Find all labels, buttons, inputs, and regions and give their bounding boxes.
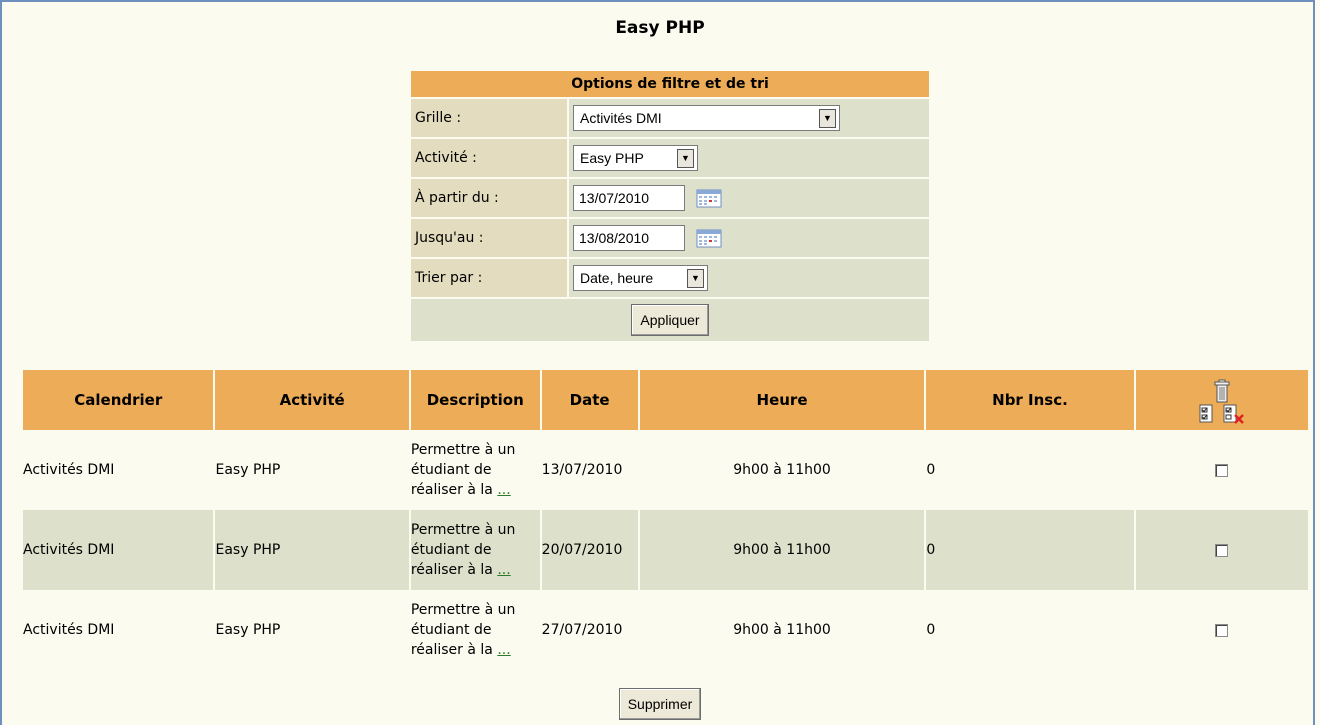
filter-header: Options de filtre et de tri <box>411 71 929 97</box>
cell-nbr-insc: 0 <box>926 622 936 638</box>
table-header-row: Calendrier Activité Description Date Heu… <box>23 370 1308 430</box>
cell-description: Permettre à un étudiant de réaliser à la… <box>410 510 540 590</box>
grille-select[interactable]: Activités DMI ▼ <box>573 105 840 131</box>
cell-calendrier: Activités DMI <box>23 622 115 638</box>
activite-label: Activité : <box>411 139 567 177</box>
col-header-description: Description <box>410 370 540 430</box>
sort-label: Trier par : <box>411 259 567 297</box>
more-link[interactable]: ... <box>497 642 510 658</box>
filter-row-apply: Appliquer <box>411 297 929 341</box>
row-checkbox[interactable] <box>1215 623 1229 637</box>
apply-button[interactable]: Appliquer <box>631 304 709 336</box>
cell-date: 27/07/2010 <box>541 622 623 638</box>
table-row: Activités DMI Easy PHP Permettre à un ét… <box>23 430 1308 510</box>
col-header-heure: Heure <box>639 370 925 430</box>
cell-calendrier: Activités DMI <box>23 462 115 478</box>
grille-select-value: Activités DMI <box>580 110 662 126</box>
table-row: Activités DMI Easy PHP Permettre à un ét… <box>23 510 1308 590</box>
cell-heure: 9h00 à 11h00 <box>639 510 925 590</box>
col-header-activite: Activité <box>215 370 409 430</box>
activite-select[interactable]: Easy PHP ▼ <box>573 145 698 171</box>
sort-select[interactable]: Date, heure ▼ <box>573 265 708 291</box>
filter-row-from: À partir du : 13/07/2010 <box>411 177 929 217</box>
cell-select <box>1135 510 1308 590</box>
dropdown-arrow-icon[interactable]: ▼ <box>819 108 836 128</box>
col-header-actions <box>1135 370 1308 430</box>
cell-date: 13/07/2010 <box>541 462 623 478</box>
activite-select-value: Easy PHP <box>580 150 644 166</box>
select-all-icon[interactable] <box>1199 404 1215 424</box>
cell-calendrier: Activités DMI <box>23 510 214 590</box>
to-label: Jusqu'au : <box>411 219 567 257</box>
cell-activite: Easy PHP <box>215 622 281 638</box>
col-header-calendrier: Calendrier <box>23 370 214 430</box>
filter-row-activite: Activité : Easy PHP ▼ <box>411 137 929 177</box>
row-checkbox[interactable] <box>1215 463 1229 477</box>
cell-nbr-insc: 0 <box>926 462 936 478</box>
grille-label: Grille : <box>411 99 567 137</box>
more-link[interactable]: ... <box>497 482 510 498</box>
deselect-all-icon[interactable] <box>1223 404 1245 424</box>
cell-activite: Easy PHP <box>215 462 281 478</box>
filter-panel: Options de filtre et de tri Grille : Act… <box>411 71 929 341</box>
filter-row-sort: Trier par : Date, heure ▼ <box>411 257 929 297</box>
sort-select-value: Date, heure <box>580 270 654 286</box>
col-header-date: Date <box>541 370 638 430</box>
activities-table: Calendrier Activité Description Date Heu… <box>21 370 1310 670</box>
filter-row-grille: Grille : Activités DMI ▼ <box>411 97 929 137</box>
cell-select <box>1136 590 1308 670</box>
from-label: À partir du : <box>411 179 567 217</box>
trash-icon[interactable] <box>1214 379 1230 403</box>
cell-date: 20/07/2010 <box>541 510 638 590</box>
cell-description: Permettre à un étudiant de réaliser à la… <box>410 442 516 498</box>
page-title: Easy PHP <box>615 18 705 38</box>
more-link[interactable]: ... <box>497 562 510 578</box>
cell-activite: Easy PHP <box>215 510 409 590</box>
col-header-nbr-insc: Nbr Insc. <box>926 370 1134 430</box>
dropdown-arrow-icon[interactable]: ▼ <box>677 148 694 168</box>
delete-button[interactable]: Supprimer <box>618 688 702 720</box>
table-row: Activités DMI Easy PHP Permettre à un ét… <box>23 590 1308 670</box>
cell-heure: 9h00 à 11h00 <box>733 462 831 478</box>
calendar-icon[interactable] <box>696 188 722 208</box>
row-checkbox[interactable] <box>1215 543 1229 557</box>
cell-nbr-insc: 0 <box>926 510 1134 590</box>
cell-select <box>1136 430 1308 510</box>
filter-row-to: Jusqu'au : 13/08/2010 <box>411 217 929 257</box>
cell-description: Permettre à un étudiant de réaliser à la… <box>410 602 516 658</box>
to-date-input[interactable]: 13/08/2010 <box>573 225 685 251</box>
cell-heure: 9h00 à 11h00 <box>733 622 831 638</box>
dropdown-arrow-icon[interactable]: ▼ <box>687 268 704 288</box>
from-date-input[interactable]: 13/07/2010 <box>573 185 685 211</box>
calendar-icon[interactable] <box>696 228 722 248</box>
